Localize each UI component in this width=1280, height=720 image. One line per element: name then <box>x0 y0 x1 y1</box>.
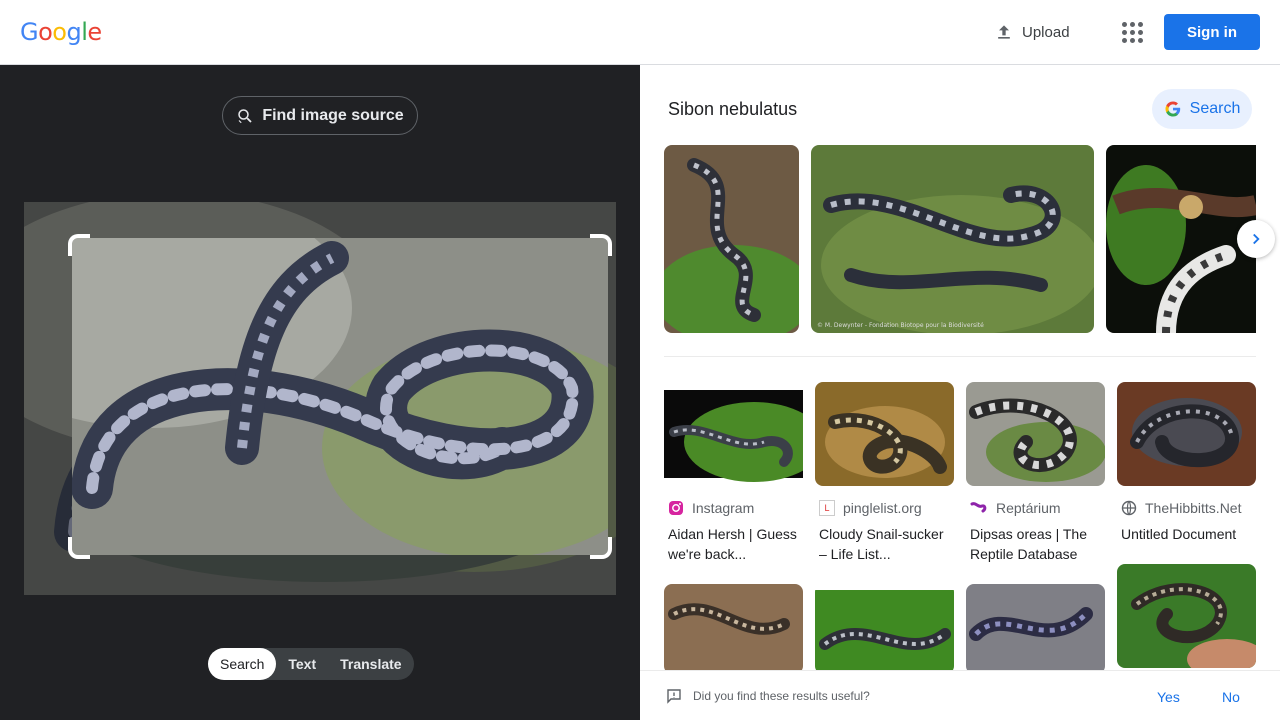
photo-credit: © M. Dewynter - Fondation Biotope pour l… <box>817 322 984 329</box>
mode-switcher: Search Text Translate <box>208 648 414 680</box>
query-panel: Find image source Search Text Translate <box>0 65 640 720</box>
result-title[interactable]: Dipsas oreas | The Reptile Database <box>966 524 1105 564</box>
feedback-yes-button[interactable]: Yes <box>1157 689 1180 705</box>
crop-handle-bottom-right[interactable] <box>590 537 612 559</box>
pinglelist-icon: L <box>819 500 835 516</box>
visual-match-card[interactable] <box>966 584 1105 674</box>
result-title[interactable]: Aidan Hersh | Guess we're back... <box>664 524 803 564</box>
sign-in-button[interactable]: Sign in <box>1164 14 1260 50</box>
google-logo[interactable]: Google <box>20 18 102 46</box>
result-thumbnail <box>815 584 954 674</box>
feedback-icon <box>667 689 681 704</box>
crop-handle-top-right[interactable] <box>590 234 612 256</box>
visual-match-card[interactable]: Lpinglelist.org Cloudy Snail-sucker – Li… <box>815 382 954 564</box>
results-panel: Sibon nebulatus Search © M. Dewynter - F… <box>640 65 1280 720</box>
result-thumbnail <box>966 382 1105 486</box>
feedback-bar: Did you find these results useful? Yes N… <box>640 670 1280 720</box>
related-image[interactable]: © M. Dewynter - Fondation Biotope pour l… <box>811 145 1094 333</box>
upload-button[interactable]: Upload <box>986 15 1078 49</box>
result-thumbnail <box>1117 382 1256 486</box>
top-bar: Google Upload Sign in <box>0 0 1280 65</box>
result-title[interactable]: Untitled Document <box>1117 524 1256 544</box>
mode-text-tab[interactable]: Text <box>276 648 328 680</box>
crop-handle-top-left[interactable] <box>68 234 90 256</box>
find-image-source-button[interactable]: Find image source <box>222 96 418 135</box>
result-thumbnail <box>664 584 803 674</box>
reptarium-icon <box>970 502 987 513</box>
visual-match-card[interactable]: Reptárium Dipsas oreas | The Reptile Dat… <box>966 382 1105 564</box>
result-thumbnail <box>815 382 954 486</box>
visual-match-card[interactable] <box>1117 564 1256 668</box>
result-source: Instagram <box>692 500 755 516</box>
result-source: TheHibbitts.Net <box>1145 500 1242 516</box>
upload-icon <box>998 25 1010 39</box>
related-image[interactable] <box>664 145 799 333</box>
mode-search-tab[interactable]: Search <box>208 648 277 680</box>
result-title[interactable]: Cloudy Snail-sucker – Life List... <box>815 524 954 564</box>
crop-selection[interactable] <box>68 234 612 559</box>
result-thumbnail <box>1117 564 1256 668</box>
entity-search-label: Search <box>1189 100 1241 117</box>
visual-match-card[interactable]: Instagram Aidan Hersh | Guess we're back… <box>664 382 803 564</box>
chevron-right-icon <box>1253 233 1260 245</box>
google-apps-button[interactable] <box>1116 16 1148 48</box>
visual-match-card[interactable] <box>664 584 803 674</box>
mode-translate-tab[interactable]: Translate <box>328 648 413 680</box>
result-source: pinglelist.org <box>843 500 922 516</box>
image-search-icon <box>238 108 252 123</box>
google-g-icon <box>1165 101 1180 117</box>
globe-icon <box>1121 500 1137 516</box>
visual-match-card[interactable] <box>815 584 954 674</box>
instagram-icon <box>669 501 683 515</box>
result-thumbnail <box>664 382 803 486</box>
result-source: Reptárium <box>996 500 1061 516</box>
result-thumbnail <box>966 584 1105 674</box>
crop-handle-bottom-left[interactable] <box>68 537 90 559</box>
divider <box>664 356 1256 357</box>
upload-label: Upload <box>1022 23 1070 41</box>
feedback-no-button[interactable]: No <box>1222 689 1240 705</box>
visual-match-card[interactable]: TheHibbitts.Net Untitled Document <box>1117 382 1256 544</box>
find-image-source-label: Find image source <box>262 106 404 124</box>
entity-title: Sibon nebulatus <box>668 99 798 119</box>
next-arrow-button[interactable] <box>1237 220 1275 258</box>
entity-search-button[interactable]: Search <box>1152 89 1252 129</box>
feedback-question: Did you find these results useful? <box>693 689 870 703</box>
related-image[interactable] <box>1106 145 1256 333</box>
